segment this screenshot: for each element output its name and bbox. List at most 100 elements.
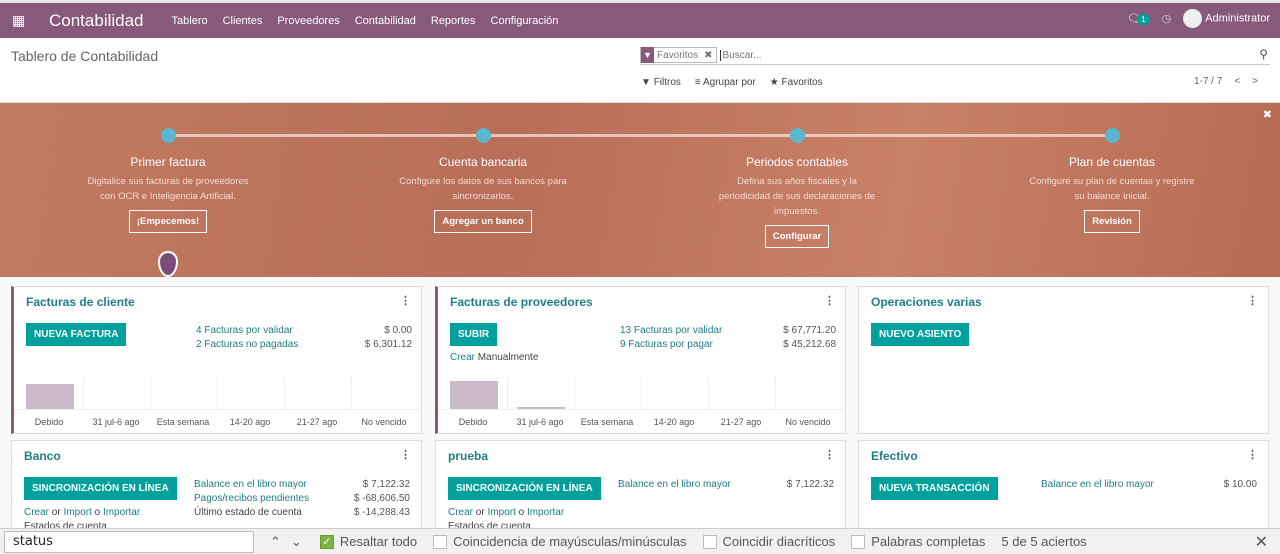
control-panel: Tablero de Contabilidad ▼Favoritos✖ ⚲ ▼ … (0, 38, 1280, 103)
close-find-bar-icon[interactable]: ✕ (1255, 532, 1268, 552)
pager-next-icon[interactable]: > (1252, 76, 1258, 87)
group-by-button[interactable]: ≡ Agrupar por (695, 77, 756, 88)
card-title[interactable]: Facturas de cliente (26, 295, 135, 309)
import-link[interactable]: Import (487, 507, 515, 518)
online-sync-button[interactable]: Sincronización en línea (24, 477, 177, 500)
menu-tablero[interactable]: Tablero (172, 15, 208, 27)
chart-gridline (83, 377, 84, 409)
upload-button[interactable]: Subir (450, 323, 498, 346)
card-menu-icon[interactable]: ⋮ (824, 448, 835, 461)
pager-prev-icon[interactable]: < (1234, 76, 1240, 87)
bills-to-validate-link[interactable]: 13 Facturas por validar (620, 324, 722, 338)
row-value: $ -14,288.43 (353, 507, 410, 518)
chart-tick-label: 21-27 ago (720, 417, 762, 427)
match-case-checkbox[interactable]: Coincidencia de mayúsculas/minúsculas (433, 534, 687, 550)
find-result-count: 5 de 5 aciertos (1001, 534, 1087, 549)
o-label: o (94, 507, 101, 518)
new-entry-button[interactable]: Nuevo asiento (871, 323, 970, 346)
card-menu-icon[interactable]: ⋮ (400, 294, 411, 307)
option-label: Coincidir diacríticos (722, 533, 836, 549)
step-desc: Digitalice sus facturas de proveedores c… (87, 176, 249, 202)
row-value: $ 0.00 (384, 325, 412, 336)
import-link[interactable]: Import (63, 507, 91, 518)
close-banner-icon[interactable]: ✖ (1263, 108, 1272, 121)
or-label: or (51, 507, 61, 518)
find-input[interactable] (4, 530, 254, 553)
pager-value[interactable]: 1-7 / 7 (1194, 76, 1222, 87)
facet-remove-icon[interactable]: ✖ (701, 50, 715, 61)
card-menu-icon[interactable]: ⋮ (1247, 294, 1258, 307)
menu-contabilidad[interactable]: Contabilidad (355, 15, 416, 27)
importar-link[interactable]: Importar (527, 507, 564, 518)
filters-button[interactable]: ▼ Filtros (641, 77, 681, 88)
favorites-button[interactable]: ★ Favoritos (770, 77, 823, 88)
activity-clock-icon[interactable]: ◷ (1162, 12, 1172, 25)
row-value: $ 67,771.20 (783, 325, 836, 336)
main-menu: Tablero Clientes Proveedores Contabilidad Re… (172, 15, 574, 27)
menu-configuracion[interactable]: Configuración (491, 15, 559, 27)
card-title[interactable]: Efectivo (871, 449, 918, 463)
card-title[interactable]: Banco (24, 449, 61, 463)
chart-bar[interactable] (517, 407, 565, 409)
balance-link[interactable]: Balance en el libro mayor (1041, 478, 1154, 492)
whole-words-checkbox[interactable]: Palabras completas (851, 534, 985, 550)
favorites-label: Favoritos (781, 77, 823, 88)
card-misc-operations: Operaciones varias ⋮ Nuevo asiento (858, 286, 1269, 434)
card-title[interactable]: prueba (448, 449, 488, 463)
importar-link[interactable]: Importar (103, 507, 140, 518)
aging-chart[interactable]: Debido 31 jul-6 ago Esta semana 14-20 ago 21… (14, 377, 421, 432)
checkbox-icon (702, 535, 717, 550)
match-diacritics-checkbox[interactable]: Coincidir diacríticos (702, 533, 836, 550)
create-link[interactable]: Crear (24, 507, 49, 518)
facet-label: Favoritos (657, 49, 699, 61)
card-title[interactable]: Facturas de proveedores (450, 295, 593, 309)
chart-gridline (708, 377, 709, 409)
online-sync-button[interactable]: Sincronización en línea (448, 477, 601, 500)
bills-to-pay-link[interactable]: 9 Facturas por pagar (620, 338, 713, 352)
messages-button[interactable]: 🗨1 (1127, 12, 1150, 25)
chart-bar[interactable] (26, 383, 74, 409)
invoices-to-validate-link[interactable]: 4 Facturas por validar (196, 324, 293, 338)
card-customer-invoices: Facturas de cliente ⋮ Nueva factura 4 Fa… (11, 286, 422, 434)
menu-clientes[interactable]: Clientes (223, 15, 263, 27)
review-button[interactable]: Revisión (1084, 210, 1140, 233)
row-value: $ -68,606.50 (353, 493, 410, 504)
filter-icon: ▼ (641, 47, 654, 63)
unpaid-invoices-link[interactable]: 2 Facturas no pagadas (196, 338, 298, 352)
row-value: $ 6,301.12 (364, 339, 412, 350)
menu-proveedores[interactable]: Proveedores (277, 15, 339, 27)
search-input[interactable] (719, 49, 1270, 61)
search-icon[interactable]: ⚲ (1259, 47, 1268, 61)
card-title[interactable]: Operaciones varias (871, 295, 982, 309)
menu-reportes[interactable]: Reportes (431, 15, 476, 27)
apps-menu-icon[interactable]: ▦ (12, 12, 28, 29)
option-label: Resaltar todo (339, 533, 418, 549)
create-link[interactable]: Crear (448, 507, 473, 518)
highlight-all-checkbox[interactable]: ✓ Resaltar todo (319, 533, 418, 550)
card-menu-icon[interactable]: ⋮ (1247, 448, 1258, 461)
balance-link[interactable]: Balance en el libro mayor (618, 478, 731, 492)
add-bank-button[interactable]: Agregar un banco (434, 210, 532, 233)
new-transaction-button[interactable]: Nueva transacción (871, 477, 998, 500)
user-menu[interactable]: Administrator (1183, 9, 1270, 28)
chart-bar[interactable] (450, 381, 498, 409)
create-link[interactable]: Crear (450, 352, 475, 363)
start-button[interactable]: ¡Empecemos! (128, 210, 208, 233)
row-value: $ 7,122.32 (786, 479, 834, 490)
manual-label: Manualmente (477, 352, 539, 363)
new-invoice-button[interactable]: Nueva factura (26, 323, 127, 346)
aging-chart[interactable]: Debido 31 jul-6 ago Esta semana 14-20 ago 21… (438, 377, 845, 432)
pending-payments-link[interactable]: Pagos/recibos pendientes (194, 492, 309, 506)
find-next-icon[interactable]: ⌄ (291, 534, 302, 550)
card-menu-icon[interactable]: ⋮ (824, 294, 835, 307)
balance-link[interactable]: Balance en el libro mayor (194, 478, 307, 492)
chart-tick-label: No vencido (785, 417, 831, 427)
configure-button[interactable]: Configurar (764, 225, 830, 248)
chart-gridline (507, 377, 508, 409)
find-previous-icon[interactable]: ⌃ (270, 534, 281, 550)
step-chart-of-accounts: Plan de cuentas Configure su plan de cuen… (1012, 128, 1212, 233)
app-title[interactable]: Contabilidad (49, 11, 144, 31)
step-dot (475, 128, 491, 143)
card-menu-icon[interactable]: ⋮ (400, 448, 411, 461)
top-navbar: ▦ Contabilidad Tablero Clientes Proveedore… (0, 0, 1280, 38)
